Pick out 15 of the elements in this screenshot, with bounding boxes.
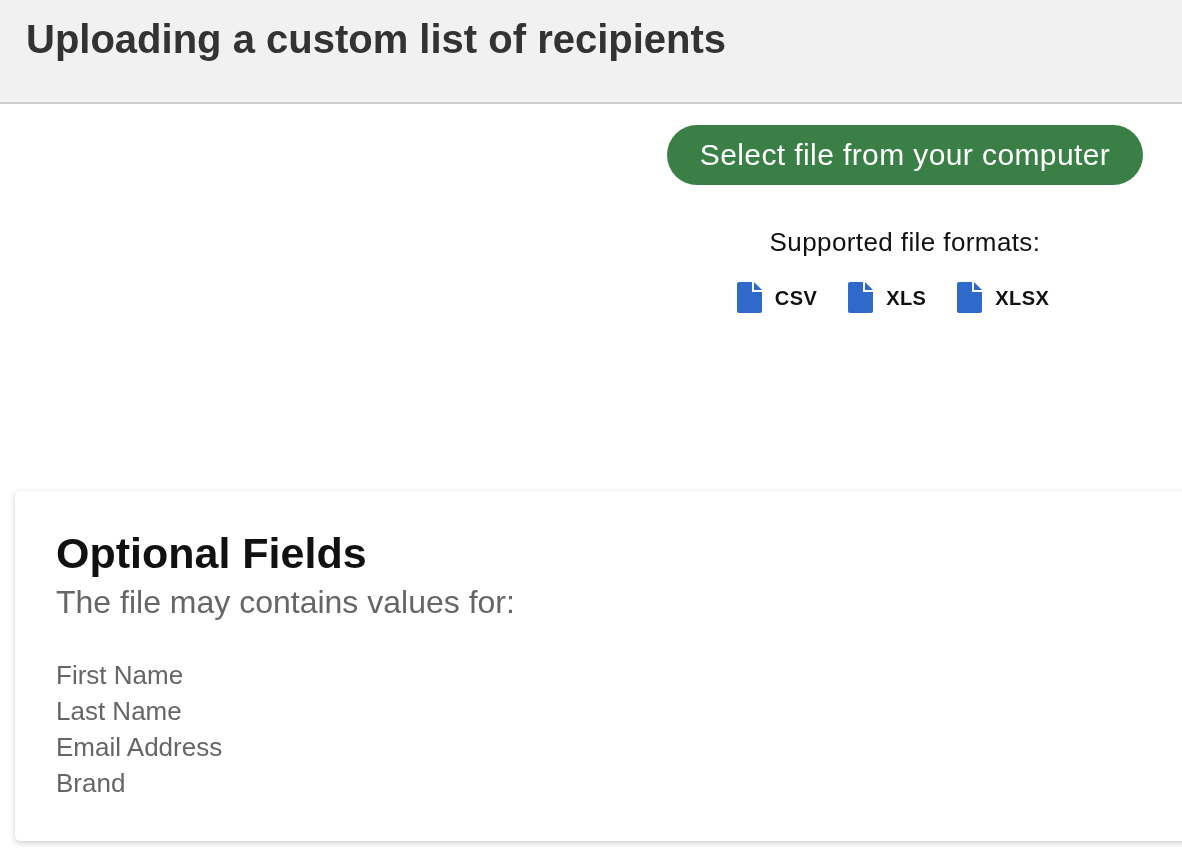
format-label: XLSX — [995, 285, 1050, 310]
field-name: First Name — [56, 659, 184, 692]
card-subtitle: The file may contains values for: — [56, 583, 516, 621]
card-title: Optional Fields — [56, 528, 368, 578]
supported-formats-label: Supported file formats: — [769, 226, 1041, 258]
select-file-button[interactable]: Select file from your computer — [667, 125, 1143, 185]
format-label: CSV — [774, 285, 818, 310]
field-name: Brand — [56, 767, 126, 800]
page-title: Uploading a custom list of recipients — [26, 16, 728, 63]
file-icon — [957, 282, 983, 313]
file-icon — [848, 282, 874, 313]
field-name: Last Name — [56, 695, 182, 728]
format-label: XLS — [886, 285, 927, 310]
file-icon — [736, 282, 762, 313]
field-name: Email Address — [56, 731, 223, 764]
